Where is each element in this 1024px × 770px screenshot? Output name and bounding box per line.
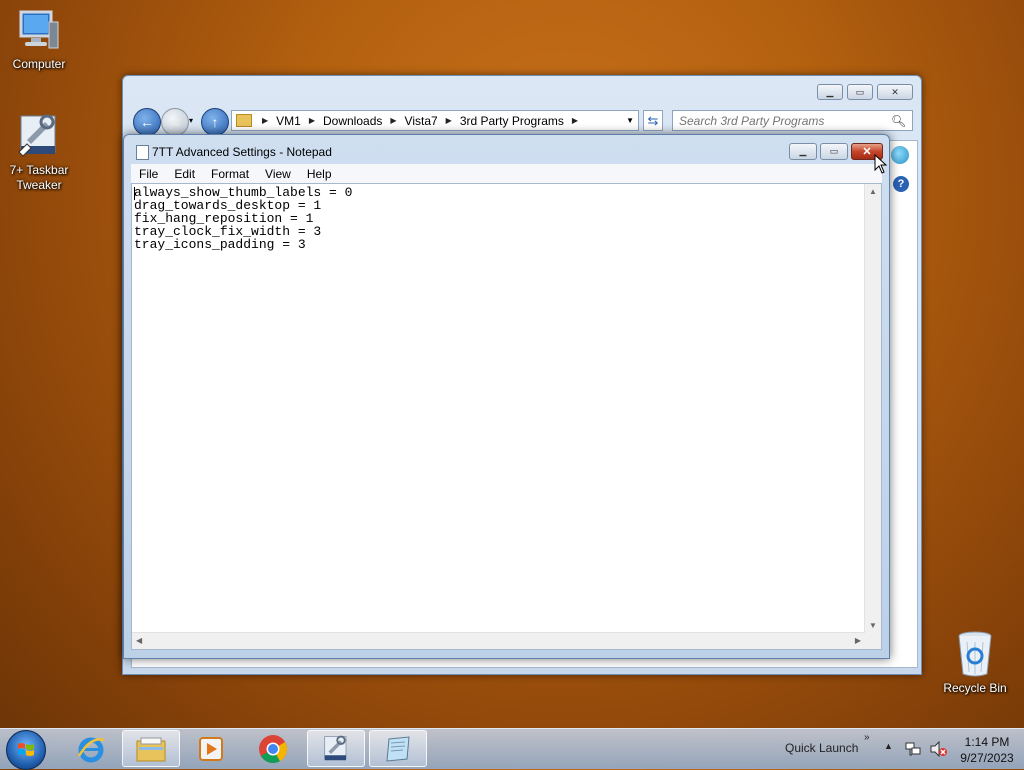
start-button[interactable]: [6, 730, 46, 770]
desktop-icon-recycle-bin[interactable]: Recycle Bin: [938, 630, 1012, 695]
close-icon: ✕: [862, 146, 872, 158]
forward-button[interactable]: →: [161, 108, 189, 136]
system-clock[interactable]: 1:14 PM 9/27/2023: [956, 734, 1018, 766]
taskbar-media-player[interactable]: [182, 730, 240, 767]
close-button[interactable]: ✕: [877, 84, 913, 100]
taskbar: Quick Launch » ▲ 1:14 PM 9/27/2023: [0, 728, 1024, 770]
horizontal-scrollbar[interactable]: ◀ ▶: [132, 632, 865, 649]
notepad-caption-buttons: ▁ ▭ ✕: [789, 143, 883, 160]
internet-explorer-icon: [77, 737, 105, 762]
show-hidden-icons-button[interactable]: ▲: [884, 741, 893, 751]
notepad-window[interactable]: 7TT Advanced Settings - Notepad ▁ ▭ ✕ Fi…: [123, 134, 890, 659]
editor-text[interactable]: always_show_thumb_labels = 0 drag_toward…: [134, 186, 352, 251]
computer-icon: [17, 8, 61, 54]
clock-date: 9/27/2023: [960, 751, 1014, 765]
up-arrow-icon: ↑: [211, 114, 219, 130]
chevron-right-icon[interactable]: ▶: [390, 116, 396, 125]
quick-launch-label[interactable]: Quick Launch: [785, 741, 858, 755]
recent-pages-dropdown[interactable]: ▾: [189, 116, 193, 125]
desktop-icon-label: 7+ Taskbar Tweaker: [9, 163, 69, 192]
maximize-button[interactable]: ▭: [847, 84, 873, 100]
folder-icon: [236, 114, 252, 127]
search-icon[interactable]: 🔍︎: [891, 114, 906, 128]
network-icon[interactable]: [905, 741, 921, 760]
taskbar-internet-explorer[interactable]: [62, 730, 120, 767]
scroll-right-icon[interactable]: ▶: [855, 636, 861, 645]
folder-icon: [136, 737, 166, 761]
notepad-app-icon: [386, 735, 410, 762]
taskbar-7tt[interactable]: [307, 730, 365, 767]
breadcrumb-item[interactable]: 3rd Party Programs: [460, 114, 564, 128]
taskbar-chrome[interactable]: [244, 730, 302, 767]
recycle-bin-icon: [955, 630, 995, 678]
quick-launch-chevron-icon[interactable]: »: [864, 732, 870, 743]
taskbar-notepad[interactable]: [369, 730, 427, 767]
chevron-right-icon[interactable]: ▶: [262, 116, 268, 125]
refresh-icon: ⇆: [647, 112, 659, 128]
globe-icon[interactable]: [891, 146, 909, 164]
chevron-right-icon[interactable]: ▶: [446, 116, 452, 125]
back-button[interactable]: ←: [133, 108, 161, 136]
desktop-icon-computer[interactable]: Computer: [2, 8, 76, 71]
scroll-left-icon[interactable]: ◀: [136, 636, 142, 645]
desktop-icon-label: Recycle Bin: [943, 681, 1007, 695]
taskbar-windows-explorer[interactable]: [122, 730, 180, 767]
menu-edit[interactable]: Edit: [166, 167, 203, 181]
taskbar-tweaker-icon: [15, 112, 63, 160]
notepad-icon: [136, 145, 149, 160]
text-caret: [134, 187, 135, 200]
menu-file[interactable]: File: [131, 167, 166, 181]
desktop-icon-taskbar-tweaker[interactable]: 7+ Taskbar Tweaker: [2, 112, 76, 193]
chevron-right-icon[interactable]: ▶: [572, 116, 578, 125]
menu-format[interactable]: Format: [203, 167, 257, 181]
address-bar[interactable]: ▶ VM1 ▶ Downloads ▶ Vista7 ▶ 3rd Party P…: [231, 110, 639, 131]
maximize-button[interactable]: ▭: [820, 143, 848, 160]
back-arrow-icon: ←: [140, 114, 154, 130]
minimize-button[interactable]: ▁: [817, 84, 843, 100]
explorer-caption-buttons: ▁ ▭ ✕: [817, 84, 913, 100]
windows-logo-icon: [18, 743, 34, 756]
taskbar-tweaker-icon: [324, 735, 347, 760]
breadcrumb-item[interactable]: VM1: [276, 114, 301, 128]
volume-muted-icon[interactable]: [929, 740, 947, 760]
up-button[interactable]: ↑: [201, 108, 229, 136]
forward-arrow-icon: →: [168, 114, 182, 130]
clock-time: 1:14 PM: [964, 735, 1010, 749]
chevron-right-icon[interactable]: ▶: [309, 116, 315, 125]
refresh-button[interactable]: ⇆: [643, 110, 663, 131]
desktop-icon-label: Computer: [12, 57, 66, 71]
scroll-down-icon[interactable]: ▼: [869, 621, 877, 630]
scroll-up-icon[interactable]: ▲: [869, 187, 877, 196]
scrollbar-corner: [865, 633, 881, 649]
breadcrumb-item[interactable]: Downloads: [323, 114, 382, 128]
search-box[interactable]: 🔍︎: [672, 110, 913, 131]
vertical-scrollbar[interactable]: ▲ ▼: [864, 184, 881, 633]
chrome-icon: [259, 734, 287, 763]
menu-bar: File Edit Format View Help: [131, 164, 882, 183]
help-icon[interactable]: ?: [893, 176, 909, 192]
menu-help[interactable]: Help: [299, 167, 340, 181]
search-input[interactable]: [673, 112, 891, 129]
minimize-button[interactable]: ▁: [789, 143, 817, 160]
explorer-navbar: ← → ▾ ↑ ▶ VM1 ▶ Downloads ▶ Vista7 ▶ 3rd…: [131, 107, 913, 136]
media-player-icon: [199, 736, 223, 761]
window-title: 7TT Advanced Settings - Notepad: [152, 145, 332, 159]
menu-view[interactable]: View: [257, 167, 299, 181]
breadcrumb-item[interactable]: Vista7: [405, 114, 438, 128]
notepad-titlebar[interactable]: 7TT Advanced Settings - Notepad ▁ ▭ ✕: [124, 135, 889, 165]
mouse-cursor-icon: [874, 153, 888, 177]
text-editor[interactable]: always_show_thumb_labels = 0 drag_toward…: [131, 183, 882, 650]
address-dropdown-icon[interactable]: ▼: [626, 116, 634, 125]
